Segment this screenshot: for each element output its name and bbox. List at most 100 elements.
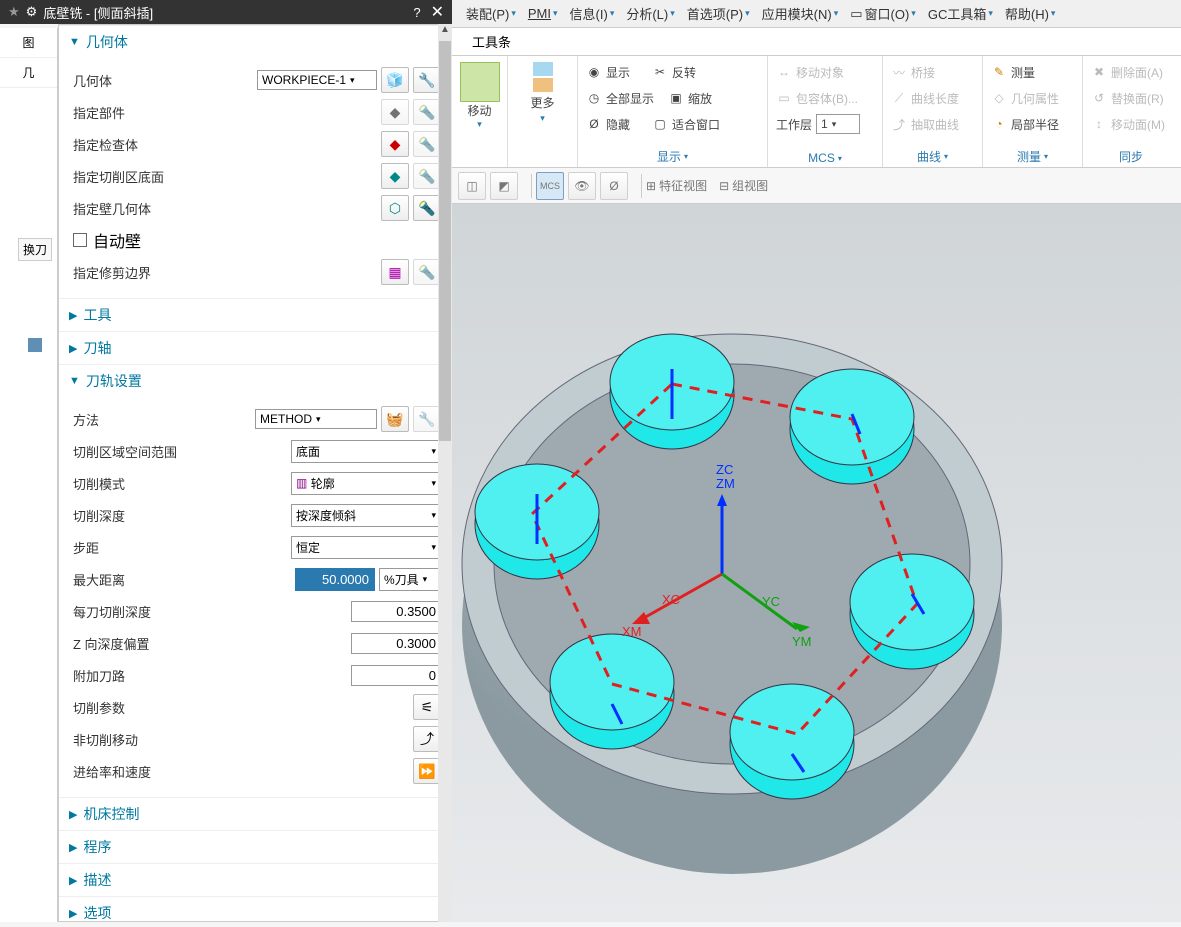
group-curve: 〰桥接 ⟋曲线长度 ⤴抽取曲线 曲线▾: [883, 56, 983, 167]
section-desc-header[interactable]: ▶描述: [59, 863, 451, 896]
menu-preferences[interactable]: 首选项(P)▾: [681, 4, 756, 23]
gear-icon[interactable]: ⚙: [26, 4, 38, 20]
zoffset-input[interactable]: 0.3000: [351, 633, 441, 654]
ribbon-groups: 移动 ▾ 更多 ▾ ◉显示 ✂反转 ◷全部显示 ▣缩放 Ø隐藏 ▢适合窗口 显示…: [452, 56, 1181, 168]
worklayer-label: 工作层: [776, 116, 812, 133]
3d-viewport[interactable]: ZM ZC XC XM YC YM: [452, 204, 1181, 922]
menu-application[interactable]: 应用模块(N)▾: [756, 4, 845, 23]
maxdist-unit-combo[interactable]: %刀具▾: [379, 568, 441, 591]
cmd-show[interactable]: 显示: [606, 64, 630, 81]
feature-view-label[interactable]: 特征视图: [659, 177, 707, 194]
delface-icon: ✖: [1091, 64, 1107, 80]
group-display-caption: 显示: [657, 148, 681, 165]
maxdist-label: 最大距离: [73, 570, 295, 589]
depthpercut-label: 每刀切削深度: [73, 602, 351, 621]
part-display-button[interactable]: 🔦: [413, 99, 441, 125]
section-options-header[interactable]: ▶选项: [59, 896, 451, 922]
cutdepth-label: 切削深度: [73, 506, 291, 525]
left-tab-view[interactable]: 图: [0, 28, 57, 58]
step-label: 步距: [73, 538, 291, 557]
section-machine-header[interactable]: ▶机床控制: [59, 797, 451, 830]
section-program-header[interactable]: ▶程序: [59, 830, 451, 863]
feeds-button[interactable]: ⏩: [413, 758, 441, 784]
view-iconbar: ◫ ◩ MCS 👁 Ø ⊞特征视图 ⊟组视图: [452, 168, 1181, 204]
section-axis-header[interactable]: ▶刀轴: [59, 331, 451, 364]
geometry-new-button[interactable]: 🧊: [381, 67, 409, 93]
section-tool-header[interactable]: ▶工具: [59, 298, 451, 331]
menu-analysis[interactable]: 分析(L)▾: [620, 4, 680, 23]
cmd-hide[interactable]: 隐藏: [606, 116, 630, 133]
swap-tool-tab[interactable]: 换刀: [18, 238, 52, 261]
depthpercut-input[interactable]: 0.3500: [351, 601, 441, 622]
noncut-button[interactable]: ⤴: [413, 726, 441, 752]
addpath-input[interactable]: 0: [351, 665, 441, 686]
group-curve-caption: 曲线: [917, 148, 941, 165]
menu-help[interactable]: 帮助(H)▾: [999, 4, 1062, 23]
cutparam-button[interactable]: ⚟: [413, 694, 441, 720]
cutarea-display-button[interactable]: 🔦: [413, 163, 441, 189]
cmd-showall[interactable]: 全部显示: [606, 90, 654, 107]
cutmode-combo[interactable]: ▥ 轮廓▾: [291, 472, 441, 495]
wall-display-button[interactable]: 🔦: [413, 195, 441, 221]
check-display-button[interactable]: 🔦: [413, 131, 441, 157]
bbox-icon: ▭: [776, 90, 792, 106]
menu-gctoolbox[interactable]: GC工具箱▾: [922, 4, 999, 23]
trim-display-button[interactable]: 🔦: [413, 259, 441, 285]
layer-icon[interactable]: [533, 62, 553, 76]
help-button[interactable]: ?: [413, 5, 420, 20]
cutparam-label: 切削参数: [73, 698, 413, 717]
menu-window[interactable]: ▭窗口(O)▾: [844, 4, 922, 23]
cmd-fit[interactable]: 适合窗口: [672, 116, 720, 133]
cutmode-label: 切削模式: [73, 474, 291, 493]
view-eye-icon[interactable]: 👁: [568, 172, 596, 200]
feature-view-icon: ⊞: [646, 179, 656, 193]
toolbar-tab[interactable]: 工具条: [472, 32, 511, 51]
view-mcs-icon[interactable]: MCS: [536, 172, 564, 200]
cutarea-select-button[interactable]: ◆: [381, 163, 409, 189]
wall-select-button[interactable]: ⬡: [381, 195, 409, 221]
worklayer-combo[interactable]: 1▾: [816, 114, 860, 134]
axis-yc: YC: [762, 594, 780, 609]
specify-trim-label: 指定修剪边界: [73, 263, 381, 282]
rainbow-icon[interactable]: [533, 78, 553, 92]
geometry-edit-button[interactable]: 🔧: [413, 67, 441, 93]
operation-icon[interactable]: [28, 338, 42, 352]
cmd-reverse[interactable]: 反转: [672, 64, 696, 81]
left-tab-geom[interactable]: 几: [0, 58, 57, 88]
more-label[interactable]: 更多: [530, 94, 554, 111]
specify-check-label: 指定检查体: [73, 135, 381, 154]
view-eye2-icon[interactable]: Ø: [600, 172, 628, 200]
menu-pmi[interactable]: PMI▾: [522, 6, 564, 21]
close-button[interactable]: ✕: [431, 2, 444, 22]
cmd-zoom[interactable]: 缩放: [688, 90, 712, 107]
step-combo[interactable]: 恒定▾: [291, 536, 441, 559]
menu-info[interactable]: 信息(I)▾: [564, 4, 621, 23]
ribbon-tabs: 工具条: [452, 28, 1181, 56]
eye-all-icon: ◷: [586, 90, 602, 106]
method-new-button[interactable]: 🧺: [381, 406, 409, 432]
cutdepth-combo[interactable]: 按深度倾斜▾: [291, 504, 441, 527]
part-select-button[interactable]: ◆: [381, 99, 409, 125]
check-select-button[interactable]: ◆: [381, 131, 409, 157]
autowall-checkbox[interactable]: [73, 233, 87, 247]
view-wire-icon[interactable]: ◫: [458, 172, 486, 200]
maxdist-input[interactable]: 50.0000: [295, 568, 375, 591]
star-icon[interactable]: ★: [8, 4, 20, 20]
trim-select-button[interactable]: ▦: [381, 259, 409, 285]
method-edit-button[interactable]: 🔧: [413, 406, 441, 432]
method-combo[interactable]: METHOD▾: [255, 409, 377, 429]
geometry-combo[interactable]: WORKPIECE-1▾: [257, 70, 377, 90]
move-icon[interactable]: [460, 62, 500, 102]
group-view-label[interactable]: 组视图: [732, 177, 768, 194]
moveface-icon: ↕: [1091, 116, 1107, 132]
dialog-scrollbar[interactable]: ▲: [438, 24, 452, 922]
menu-assembly[interactable]: 装配(P)▾: [460, 4, 522, 23]
cutregion-combo[interactable]: 底面▾: [291, 440, 441, 463]
section-geometry-header[interactable]: ▼几何体: [59, 25, 451, 58]
view-shade-icon[interactable]: ◩: [490, 172, 518, 200]
replface-icon: ↺: [1091, 90, 1107, 106]
eye-hide-icon: Ø: [586, 116, 602, 132]
cmd-measure[interactable]: 测量: [1011, 64, 1035, 81]
cmd-radius[interactable]: 局部半径: [1011, 116, 1059, 133]
section-path-header[interactable]: ▼刀轨设置: [59, 364, 451, 397]
